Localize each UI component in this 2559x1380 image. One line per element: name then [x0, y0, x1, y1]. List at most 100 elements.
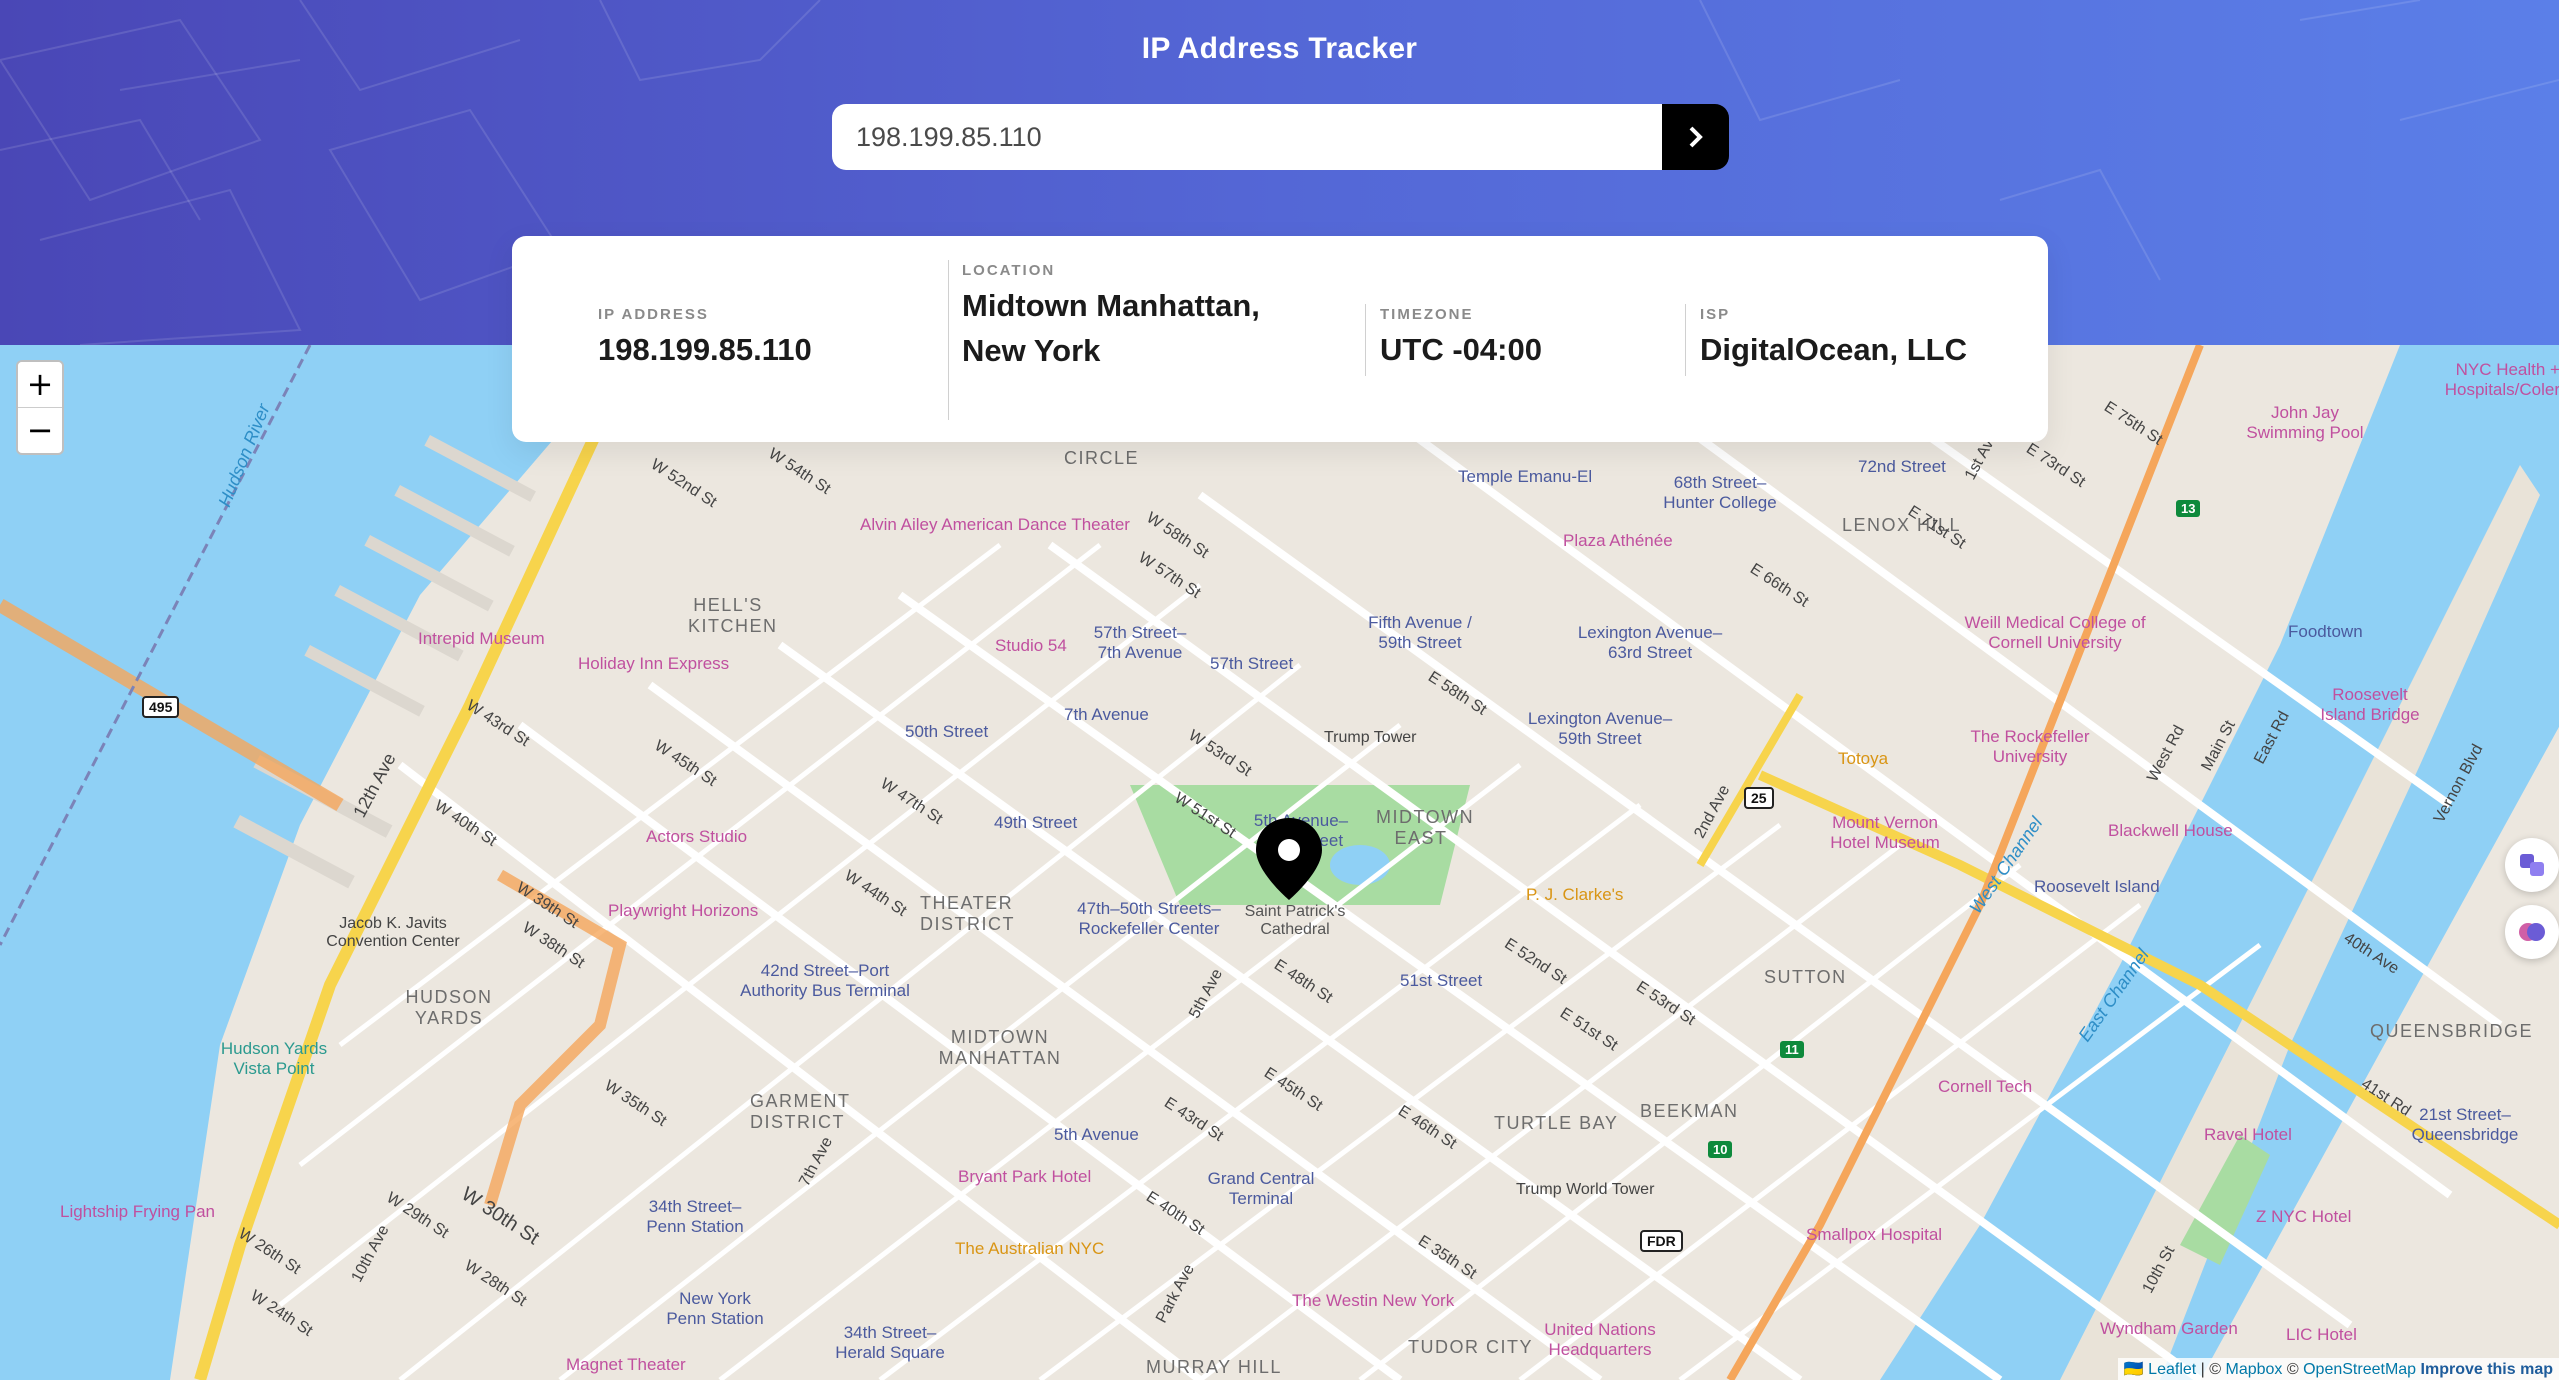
poi-label[interactable]: Studio 54	[995, 636, 1067, 656]
ip-address-label: IP Address	[598, 306, 709, 323]
location-label: Location	[962, 262, 1056, 279]
poi-label[interactable]: Wyndham Garden	[2100, 1319, 2238, 1339]
venue-label[interactable]: Jacob K. Javits Convention Center	[308, 915, 478, 951]
poi-label[interactable]: Intrepid Museum	[418, 629, 545, 649]
poi-label[interactable]: Holiday Inn Express	[578, 654, 729, 674]
transit-label[interactable]: 7th Avenue	[1064, 705, 1149, 725]
location-value: Midtown Manhattan, New York	[962, 288, 1260, 368]
poi-label[interactable]: Mount Vernon Hotel Museum	[1810, 813, 1960, 853]
timezone-value: UTC -04:00	[1380, 332, 1542, 367]
attribution-separator: ©	[2282, 1361, 2304, 1378]
transit-label[interactable]: 51st Street	[1400, 971, 1482, 991]
area-label: Hell's Kitchen	[688, 595, 778, 636]
poi-label[interactable]: Ravel Hotel	[2204, 1125, 2292, 1145]
transit-label[interactable]: 49th Street	[994, 813, 1077, 833]
ip-search-form	[832, 104, 1729, 170]
poi-label[interactable]: Magnet Theater	[566, 1355, 686, 1375]
ip-address-block: IP Address 198.199.85.110	[598, 306, 898, 372]
search-submit-button[interactable]	[1662, 104, 1729, 170]
transit-label[interactable]: 21st Street–Queensbridge	[2400, 1105, 2530, 1145]
divider	[948, 260, 949, 420]
poi-label[interactable]: Blackwell House	[2108, 821, 2233, 841]
transit-label[interactable]: 47th–50th Streets–Rockefeller Center	[1064, 899, 1234, 939]
poi-label[interactable]: Smallpox Hospital	[1806, 1225, 1942, 1245]
area-label: Hudson Yards	[405, 987, 493, 1028]
area-label: Midtown East	[1376, 807, 1475, 848]
area-label: Beekman	[1640, 1101, 1739, 1121]
timezone-label: Timezone	[1380, 306, 1474, 323]
poi-label[interactable]: Trump World Tower	[1516, 1181, 1654, 1199]
assistant-button[interactable]	[2505, 905, 2559, 959]
poi-label[interactable]: The Rockefeller University	[1940, 727, 2120, 767]
marker-place-label[interactable]: Saint Patrick's Cathedral	[1220, 903, 1370, 939]
poi-label[interactable]: Foodtown	[2288, 622, 2363, 642]
transit-label[interactable]: 5th Avenue	[1054, 1125, 1139, 1145]
poi-label[interactable]: Z NYC Hotel	[2256, 1207, 2351, 1227]
ukraine-flag-icon: 🇺🇦	[2123, 1361, 2144, 1378]
transit-label[interactable]: 42nd Street–Port Authority Bus Terminal	[730, 961, 920, 1001]
brain-icon	[2519, 923, 2545, 941]
transit-label[interactable]: Grand Central Terminal	[1196, 1169, 1326, 1209]
improve-map-link[interactable]: Improve this map	[2421, 1361, 2553, 1378]
divider	[1685, 304, 1686, 376]
ip-search-input[interactable]	[832, 104, 1662, 170]
poi-label[interactable]: Cornell Tech	[1938, 1077, 2032, 1097]
translate-icon	[2520, 854, 2544, 876]
transit-label[interactable]: 34th Street–Penn Station	[630, 1197, 760, 1237]
area-label: Queensbridge	[2370, 1021, 2534, 1041]
highway-shield: 10	[1708, 1141, 1733, 1158]
poi-label[interactable]: Plaza Athénée	[1563, 531, 1673, 551]
transit-label[interactable]: Lexington Avenue–63rd Street	[1570, 623, 1730, 663]
map-attribution: 🇺🇦 Leaflet | © Mapbox © OpenStreetMap Im…	[2117, 1358, 2559, 1380]
mapbox-link[interactable]: Mapbox	[2226, 1361, 2283, 1378]
location-block: Location Midtown Manhattan, New York	[962, 262, 1262, 373]
zoom-in-button[interactable]: +	[18, 362, 62, 407]
poi-label[interactable]: Playwright Horizons	[608, 901, 758, 921]
transit-label[interactable]: 57th Street	[1210, 654, 1293, 674]
poi-label[interactable]: Trump Tower	[1324, 729, 1416, 747]
area-label: Murray Hill	[1146, 1357, 1282, 1377]
osm-link[interactable]: OpenStreetMap	[2303, 1361, 2416, 1378]
translate-button[interactable]	[2505, 838, 2559, 892]
area-label: Garment District	[750, 1091, 851, 1132]
leaflet-link[interactable]: Leaflet	[2148, 1361, 2196, 1378]
poi-label[interactable]: United Nations Headquarters	[1540, 1320, 1660, 1360]
attribution-separator: | ©	[2196, 1361, 2226, 1378]
poi-label[interactable]: Temple Emanu-El	[1458, 467, 1592, 487]
zoom-out-button[interactable]: −	[18, 407, 62, 452]
poi-label[interactable]: Bryant Park Hotel	[958, 1167, 1091, 1187]
transit-label[interactable]: 68th Street–Hunter College	[1660, 473, 1780, 513]
poi-label[interactable]: Lightship Frying Pan	[60, 1202, 215, 1222]
ip-info-card: IP Address 198.199.85.110 Location Midto…	[512, 236, 2048, 442]
isp-label: ISP	[1700, 306, 1731, 323]
isp-value: DigitalOcean, LLC	[1700, 332, 1967, 367]
ip-address-value: 198.199.85.110	[598, 332, 812, 367]
transit-label[interactable]: 72nd Street	[1858, 457, 1946, 477]
transit-label[interactable]: Roosevelt Island	[2034, 877, 2160, 897]
poi-label[interactable]: Actors Studio	[646, 827, 747, 847]
transit-label[interactable]: 50th Street	[905, 722, 988, 742]
transit-label[interactable]: Lexington Avenue–59th Street	[1520, 709, 1680, 749]
area-label: Midtown Manhattan	[938, 1027, 1062, 1068]
page-title: IP Address Tracker	[1141, 32, 1418, 65]
area-label: Circle	[1064, 448, 1140, 468]
transit-label[interactable]: 34th Street–Herald Square	[830, 1323, 950, 1363]
park-label[interactable]: Hudson Yards Vista Point	[204, 1039, 344, 1079]
food-label[interactable]: Totoya	[1838, 749, 1888, 769]
isp-block: ISP DigitalOcean, LLC	[1700, 306, 2030, 372]
chevron-right-icon	[1689, 126, 1703, 148]
poi-label[interactable]: NYC Health + Hospitals/Coler	[2440, 360, 2559, 400]
poi-label[interactable]: Alvin Ailey American Dance Theater	[860, 515, 1130, 535]
location-marker-icon[interactable]	[1254, 816, 1324, 902]
poi-label[interactable]: Weill Medical College of Cornell Univers…	[1950, 613, 2160, 653]
poi-label[interactable]: The Westin New York	[1292, 1291, 1454, 1311]
poi-label[interactable]: John Jay Swimming Pool	[2230, 403, 2380, 443]
highway-shield: 13	[2176, 500, 2201, 517]
transit-label[interactable]: New York Penn Station	[660, 1289, 770, 1329]
food-label[interactable]: P. J. Clarke's	[1526, 885, 1623, 905]
transit-label[interactable]: 57th Street–7th Avenue	[1090, 623, 1190, 663]
food-label[interactable]: The Australian NYC	[955, 1239, 1104, 1259]
poi-label[interactable]: LIC Hotel	[2286, 1325, 2357, 1345]
transit-label[interactable]: Fifth Avenue / 59th Street	[1360, 613, 1480, 653]
poi-label[interactable]: Roosevelt Island Bridge	[2310, 685, 2430, 725]
